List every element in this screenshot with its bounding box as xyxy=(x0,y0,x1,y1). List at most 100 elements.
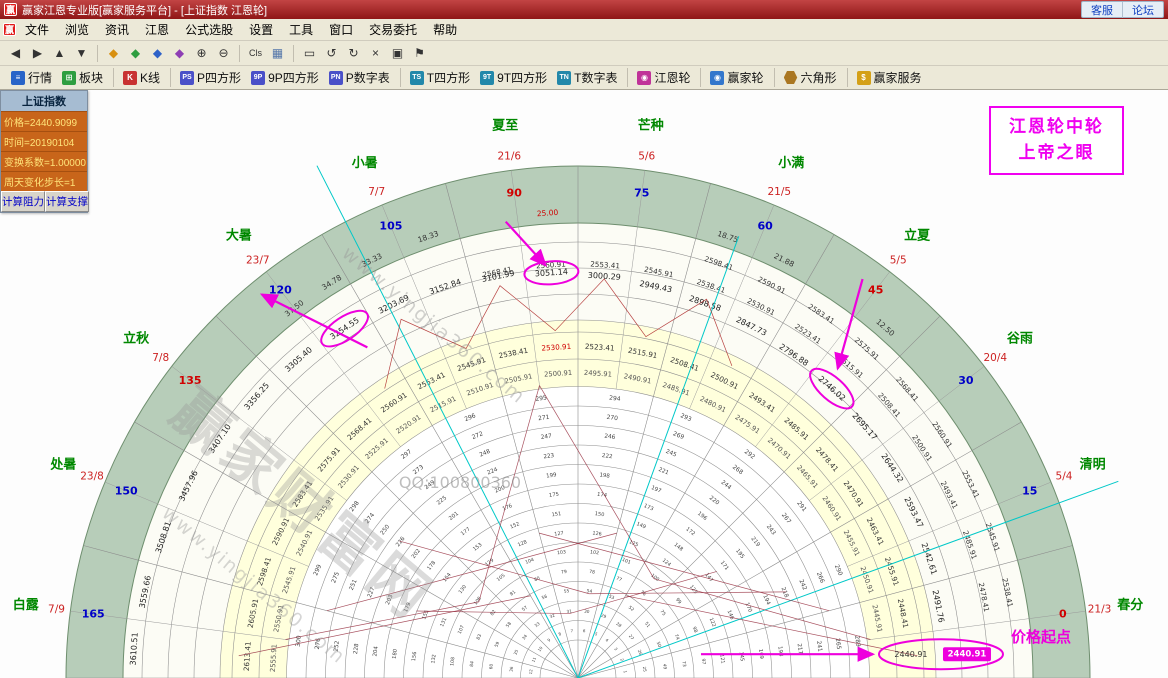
menu-item-交易委托[interactable]: 交易委托 xyxy=(361,19,425,40)
rotate-left-icon[interactable]: ↺ xyxy=(321,43,342,63)
flag-tool-icon[interactable]: ⚑ xyxy=(409,43,430,63)
origin-value-plain: 2440.91 xyxy=(894,650,927,659)
module-hangqing[interactable]: ≡行情 xyxy=(6,68,57,87)
rect-tool-icon[interactable]: ▭ xyxy=(299,43,320,63)
solar-term-label: 清明 xyxy=(1080,456,1106,472)
degree-label-105: 105 xyxy=(379,220,402,233)
zoom-in-icon[interactable]: ⊕ xyxy=(191,43,212,63)
9t-sifangxing-icon: 9T xyxy=(480,71,494,85)
module-9t-sifangxing[interactable]: 9T9T四方形 xyxy=(475,68,552,87)
pointer-down-icon[interactable]: ▼ xyxy=(71,43,92,63)
svg-text:25: 25 xyxy=(642,666,648,672)
info-row: 周天变化步长=1 xyxy=(1,171,87,191)
calc-support-button[interactable]: 计算支撑 xyxy=(45,191,89,212)
menu-item-江恩[interactable]: 江恩 xyxy=(137,19,177,40)
customer-service-link[interactable]: 客服 xyxy=(1082,2,1122,18)
module-label: 9T四方形 xyxy=(497,69,547,86)
svg-text:103: 103 xyxy=(557,549,567,556)
module-label: T数字表 xyxy=(574,69,617,86)
date-label: 21/5 xyxy=(768,186,792,198)
degree-label-75: 75 xyxy=(634,187,649,200)
pointer-up-icon[interactable]: ▲ xyxy=(49,43,70,63)
module-liujiaoxing[interactable]: 六角形 xyxy=(774,68,842,87)
rotate-right-icon[interactable]: ↻ xyxy=(343,43,364,63)
module-kline[interactable]: KK线 xyxy=(113,68,165,87)
toolbar-separator xyxy=(97,45,98,62)
info-row: 时间=20190104 xyxy=(1,131,87,151)
menu-item-帮助[interactable]: 帮助 xyxy=(425,19,465,40)
t-shuzibiao-icon: TN xyxy=(557,71,571,85)
module-9p-sifangxing[interactable]: 9P9P四方形 xyxy=(246,68,324,87)
t-sifangxing-icon: TS xyxy=(410,71,424,85)
svg-text:127: 127 xyxy=(554,530,564,537)
solar-term-label: 大暑 xyxy=(226,228,252,244)
degree-label-90: 90 xyxy=(507,187,523,200)
cls-icon[interactable]: Cls xyxy=(245,43,266,63)
diamond-green-icon[interactable]: ◆ xyxy=(125,43,146,63)
module-t-shuzibiao[interactable]: TNT数字表 xyxy=(552,68,622,87)
info-row: 价格=2440.9099 xyxy=(1,111,87,131)
svg-text:55: 55 xyxy=(563,588,570,595)
svg-text:151: 151 xyxy=(551,511,561,518)
menu-item-公式选股[interactable]: 公式选股 xyxy=(177,19,241,40)
date-label: 21/6 xyxy=(498,151,522,163)
menu-item-浏览[interactable]: 浏览 xyxy=(57,19,97,40)
module-label: 江恩轮 xyxy=(654,69,690,86)
svg-text:36: 36 xyxy=(508,666,514,672)
titlebar-links: 客服 论坛 xyxy=(1081,1,1164,18)
instrument-title: 上证指数 xyxy=(1,91,87,111)
date-label: 23/8 xyxy=(80,471,104,483)
info-buttons: 计算阻力 计算支撑 xyxy=(1,191,87,212)
date-label: 23/7 xyxy=(246,255,270,267)
solar-term-label: 处暑 xyxy=(49,456,76,472)
toolbar-modules: ≡行情⊞板块KK线PSP四方形9P9P四方形PNP数字表TST四方形9T9T四方… xyxy=(0,66,1168,90)
module-yingjialun[interactable]: ◉赢家轮 xyxy=(700,68,768,87)
module-jiangenlun[interactable]: ◉江恩轮 xyxy=(627,68,695,87)
svg-text:97: 97 xyxy=(700,658,707,665)
module-label: 赢家轮 xyxy=(727,69,763,86)
forum-link[interactable]: 论坛 xyxy=(1122,2,1163,18)
solar-term-label: 小暑 xyxy=(352,156,378,171)
diamond-yellow-icon[interactable]: ◆ xyxy=(103,43,124,63)
menu-item-设置[interactable]: 设置 xyxy=(241,19,281,40)
menu-item-窗口[interactable]: 窗口 xyxy=(321,19,361,40)
menu-items: 文件浏览资讯江恩公式选股设置工具窗口交易委托帮助 xyxy=(17,19,465,40)
module-label: K线 xyxy=(140,69,160,86)
back-icon[interactable]: ◀ xyxy=(5,43,26,63)
module-yingjia-fuwu[interactable]: $赢家服务 xyxy=(847,68,927,87)
svg-text:150: 150 xyxy=(594,511,604,518)
origin-value-chip-text: 2440.91 xyxy=(948,650,987,660)
module-bankuai[interactable]: ⊞板块 xyxy=(57,68,108,87)
menu-item-资讯[interactable]: 资讯 xyxy=(97,19,137,40)
info-rows: 价格=2440.9099时间=20190104变换系数=1.00000周天变化步… xyxy=(1,111,87,191)
toolbar-separator xyxy=(293,45,294,62)
forward-icon[interactable]: ▶ xyxy=(27,43,48,63)
calendar-icon[interactable]: ▦ xyxy=(267,43,288,63)
module-p-sifangxing[interactable]: PSP四方形 xyxy=(170,68,246,87)
zoom-out-icon[interactable]: ⊖ xyxy=(213,43,234,63)
solar-term-label: 夏至 xyxy=(491,118,518,133)
svg-text:156: 156 xyxy=(411,651,418,661)
module-label: P四方形 xyxy=(197,69,241,86)
annotation-line-1: 江恩轮中轮 xyxy=(1009,114,1104,140)
delete-tool-icon[interactable]: × xyxy=(365,43,386,63)
module-p-shuzibiao[interactable]: PNP数字表 xyxy=(324,68,395,87)
degree-label-15: 15 xyxy=(1022,484,1037,497)
svg-text:102: 102 xyxy=(590,549,600,556)
svg-text:126: 126 xyxy=(592,530,602,537)
gann-wheel-canvas[interactable]: 1234567891011122526272829303132333435364… xyxy=(0,90,1168,678)
menu-item-文件[interactable]: 文件 xyxy=(17,19,57,40)
date-label: 21/3 xyxy=(1088,603,1112,615)
menu-item-工具[interactable]: 工具 xyxy=(281,19,321,40)
diamond-purple-icon[interactable]: ◆ xyxy=(169,43,190,63)
solar-term-label: 白露 xyxy=(13,597,40,613)
diamond-blue-icon[interactable]: ◆ xyxy=(147,43,168,63)
svg-text:84: 84 xyxy=(469,661,476,668)
calc-resistance-button[interactable]: 计算阻力 xyxy=(1,191,45,212)
module-t-sifangxing[interactable]: TST四方形 xyxy=(400,68,475,87)
select-area-icon[interactable]: ▣ xyxy=(387,43,408,63)
info-panel: 上证指数 价格=2440.9099时间=20190104变换系数=1.00000… xyxy=(0,90,88,213)
hangqing-icon: ≡ xyxy=(11,71,25,85)
annotation-corner-box: 江恩轮中轮 上帝之眼 xyxy=(989,106,1124,175)
titlebar: 赢 赢家江恩专业版[赢家服务平台] - [上证指数 江恩轮] 客服 论坛 xyxy=(0,0,1168,19)
